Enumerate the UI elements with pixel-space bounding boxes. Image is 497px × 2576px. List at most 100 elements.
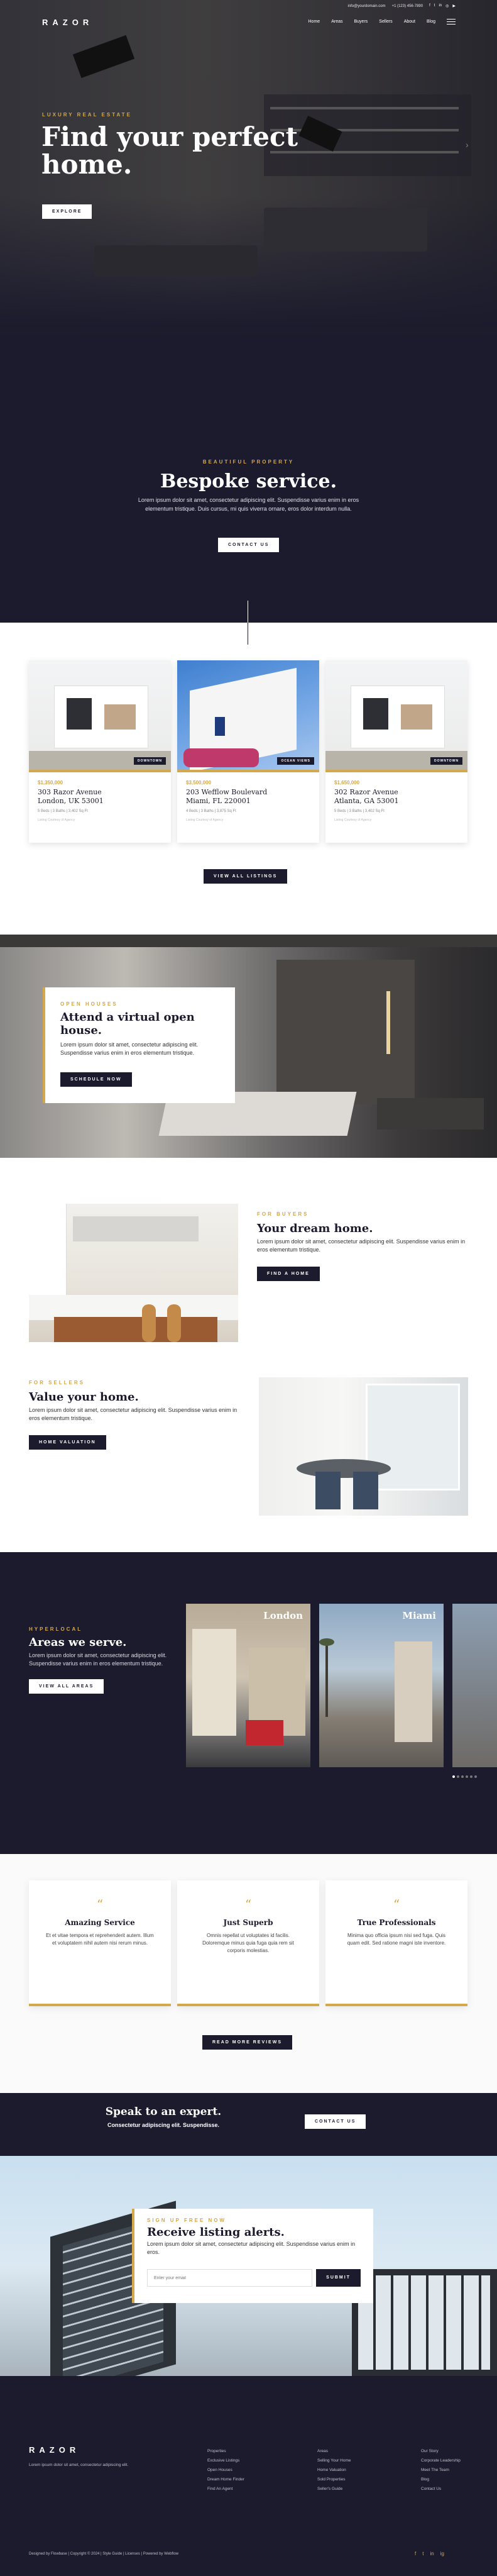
footer-link[interactable]: Seller's Guide bbox=[317, 2484, 351, 2494]
footer-link[interactable]: Sold Properties bbox=[317, 2475, 351, 2484]
schedule-now-button[interactable]: SCHEDULE NOW bbox=[60, 1072, 132, 1087]
alerts-card: SIGN UP FREE NOW Receive listing alerts.… bbox=[132, 2209, 373, 2303]
testimonial-card: “ True Professionals Minima quo officia … bbox=[325, 1880, 467, 2006]
footer-link[interactable]: Our Story bbox=[421, 2446, 461, 2456]
explore-button[interactable]: EXPLORE bbox=[42, 204, 92, 219]
areas-eyebrow: HYPERLOCAL bbox=[29, 1626, 83, 1632]
menu-item-about[interactable]: About bbox=[404, 19, 415, 24]
city-card-london[interactable]: London bbox=[186, 1604, 310, 1767]
testimonial-card: “ Amazing Service Et et vitae tempora et… bbox=[29, 1880, 171, 2006]
hero-section: RAZOR info@yourdomain.com +1 (123) 456-7… bbox=[0, 0, 497, 623]
city-card-partial[interactable] bbox=[452, 1604, 497, 1767]
listing-price: $3,500,000 bbox=[186, 780, 212, 786]
buyers-content: FOR BUYERS Your dream home. Lorem ipsum … bbox=[257, 1211, 471, 1281]
footer-tagline: Lorem ipsum dolor sit amet, consectetur … bbox=[29, 2463, 129, 2467]
sellers-eyebrow: FOR SELLERS bbox=[29, 1380, 85, 1385]
testimonial-text: Et et vitae tempora et reprehenderit aut… bbox=[46, 1933, 154, 1946]
city-card-miami[interactable]: Miami bbox=[319, 1604, 444, 1767]
view-all-listings-button[interactable]: VIEW ALL LISTINGS bbox=[204, 869, 288, 884]
footer-link[interactable]: Contact Us bbox=[421, 2484, 461, 2494]
instagram-icon[interactable]: ig bbox=[440, 2551, 444, 2557]
footer-link[interactable]: Home Valuation bbox=[317, 2465, 351, 2475]
menu-item-blog[interactable]: Blog bbox=[427, 19, 435, 24]
menu-item-buyers[interactable]: Buyers bbox=[354, 19, 368, 24]
listing-card[interactable]: DOWNTOWN $1,650,000 302 Razor Avenue Atl… bbox=[325, 660, 467, 843]
alerts-text: Lorem ipsum dolor sit amet, consectetur … bbox=[147, 2241, 356, 2255]
email-link[interactable]: info@yourdomain.com bbox=[347, 4, 385, 8]
email-input[interactable] bbox=[147, 2269, 313, 2287]
carousel-dot[interactable] bbox=[466, 1775, 468, 1778]
carousel-dot[interactable] bbox=[461, 1775, 464, 1778]
footer-link[interactable]: Exclusive Listings bbox=[207, 2456, 244, 2465]
footer-link[interactable]: Properties bbox=[207, 2446, 244, 2456]
twitter-icon[interactable]: t bbox=[434, 4, 435, 8]
menu-item-areas[interactable]: Areas bbox=[331, 19, 342, 24]
youtube-icon[interactable]: ▶ bbox=[452, 4, 456, 8]
areas-text: Lorem ipsum dolor sit amet, consectetur … bbox=[29, 1652, 167, 1667]
listing-photo: OCEAN VIEWS bbox=[177, 660, 319, 772]
menu-item-home[interactable]: Home bbox=[309, 19, 320, 24]
listing-courtesy: Listing Courtesy of Agency bbox=[186, 818, 224, 822]
listing-tag: DOWNTOWN bbox=[430, 757, 462, 765]
listing-details: 4 Beds | 3 Baths | 3,875 Sq Ft bbox=[186, 809, 236, 813]
testimonial-text: Minima quo officia ipsum nisi sed fuga. … bbox=[347, 1933, 446, 1946]
testimonial-title: True Professionals bbox=[357, 1918, 436, 1927]
open-house-title: Attend a virtual open house. bbox=[60, 1011, 195, 1037]
twitter-icon[interactable]: t bbox=[422, 2551, 423, 2557]
footer-link[interactable]: Selling Your Home bbox=[317, 2456, 351, 2465]
expert-contact-button[interactable]: CONTACT US bbox=[305, 2114, 366, 2129]
listing-tag: OCEAN VIEWS bbox=[277, 757, 314, 765]
facebook-icon[interactable]: f bbox=[429, 4, 430, 8]
footer-link[interactable]: Blog bbox=[421, 2475, 461, 2484]
hamburger-menu-icon[interactable] bbox=[447, 19, 456, 25]
expert-band: Speak to an expert. Consectetur adipisci… bbox=[0, 2093, 497, 2156]
hero-title: Find your perfect home. bbox=[41, 121, 298, 180]
testimonial-card: “ Just Superb Omnis repellat ut voluptat… bbox=[177, 1880, 319, 2006]
linkedin-icon[interactable]: in bbox=[439, 4, 442, 8]
read-more-reviews-button[interactable]: READ MORE REVIEWS bbox=[202, 2035, 293, 2050]
city-name: London bbox=[263, 1610, 303, 1621]
find-a-home-button[interactable]: FIND A HOME bbox=[257, 1267, 320, 1281]
linkedin-icon[interactable]: in bbox=[430, 2551, 434, 2557]
listing-price: $1,350,000 bbox=[38, 780, 63, 786]
city-name: Miami bbox=[402, 1610, 436, 1621]
footer-link[interactable]: Find An Agent bbox=[207, 2484, 244, 2494]
footer-link[interactable]: Open Houses bbox=[207, 2465, 244, 2475]
footer-logo[interactable]: RAZOR bbox=[29, 2445, 80, 2455]
carousel-dot[interactable] bbox=[457, 1775, 459, 1778]
facebook-icon[interactable]: f bbox=[415, 2551, 416, 2557]
listing-details: 5 Beds | 3 Baths | 3,402 Sq Ft bbox=[334, 809, 385, 813]
carousel-dot[interactable] bbox=[452, 1775, 455, 1778]
contact-us-button[interactable]: CONTACT US bbox=[218, 538, 280, 552]
home-valuation-button[interactable]: HOME VALUATION bbox=[29, 1435, 106, 1450]
footer-link[interactable]: Meet The Team bbox=[421, 2465, 461, 2475]
phone-link[interactable]: +1 (123) 456-7890 bbox=[392, 4, 423, 8]
listing-tag: DOWNTOWN bbox=[133, 757, 166, 765]
site-logo[interactable]: RAZOR bbox=[42, 18, 93, 27]
listing-card[interactable]: DOWNTOWN $1,350,000 303 Razor Avenue Lon… bbox=[29, 660, 171, 843]
carousel-dot[interactable] bbox=[470, 1775, 472, 1778]
listing-address: 203 Wefflow Boulevard Miami, FL 220001 bbox=[186, 788, 268, 805]
submit-button[interactable]: SUBMIT bbox=[316, 2269, 361, 2287]
listing-card[interactable]: OCEAN VIEWS $3,500,000 203 Wefflow Boule… bbox=[177, 660, 319, 843]
instagram-icon[interactable]: ◎ bbox=[445, 4, 449, 8]
footer-link[interactable]: Dream Home Finder bbox=[207, 2475, 244, 2484]
expert-title: Speak to an expert. bbox=[105, 2106, 222, 2118]
listing-photo: DOWNTOWN bbox=[325, 660, 467, 772]
open-house-text: Lorem ipsum dolor sit amet, consectetur … bbox=[60, 1041, 199, 1056]
footer-link[interactable]: Areas bbox=[317, 2446, 351, 2456]
listing-address: 302 Razor Avenue Atlanta, GA 53001 bbox=[334, 788, 399, 805]
dining-room-photo bbox=[259, 1377, 468, 1516]
slider-next-icon[interactable]: › bbox=[466, 140, 469, 150]
menu-item-sellers[interactable]: Sellers bbox=[379, 19, 392, 24]
service-text: Lorem ipsum dolor sit amet, consectetur … bbox=[138, 497, 359, 512]
carousel-dot[interactable] bbox=[474, 1775, 477, 1778]
alerts-title: Receive listing alerts. bbox=[147, 2226, 285, 2239]
areas-content: HYPERLOCAL Areas we serve. Lorem ipsum d… bbox=[29, 1626, 173, 1694]
hero-eyebrow: LUXURY REAL ESTATE bbox=[42, 112, 132, 118]
expert-text: Consectetur adipiscing elit. Suspendisse… bbox=[107, 2122, 220, 2128]
testimonial-title: Amazing Service bbox=[65, 1918, 135, 1927]
footer-link[interactable]: Corporate Leadership bbox=[421, 2456, 461, 2465]
listing-price: $1,650,000 bbox=[334, 780, 360, 786]
view-all-areas-button[interactable]: VIEW ALL AREAS bbox=[29, 1679, 104, 1694]
